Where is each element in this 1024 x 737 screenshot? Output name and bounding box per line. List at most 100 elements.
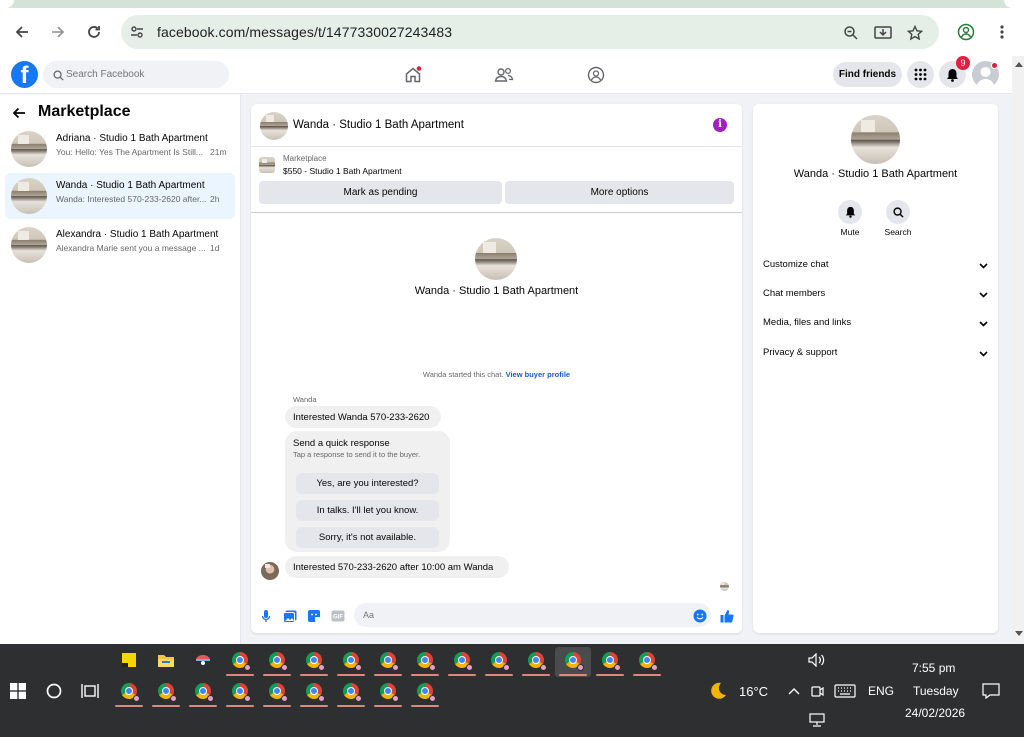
chrome-icon[interactable] [414, 649, 436, 671]
back-arrow-icon[interactable] [9, 19, 35, 45]
temperature[interactable]: 16°C [739, 684, 768, 699]
mark-as-pending-button[interactable]: Mark as pending [259, 181, 502, 204]
keyboard-icon[interactable] [834, 680, 856, 702]
search-label[interactable]: Search [873, 227, 923, 237]
running-indicator [189, 705, 217, 707]
address-bar[interactable]: facebook.com/messages/t/1477330027243483 [121, 15, 939, 49]
url-text[interactable]: facebook.com/messages/t/1477330027243483 [157, 24, 452, 40]
file-explorer-icon[interactable] [155, 649, 177, 671]
emoji-icon[interactable] [693, 609, 707, 623]
quick-response-button[interactable]: Yes, are you interested? [296, 473, 439, 494]
conversation-item[interactable]: Adriana · Studio 1 Bath Apartment You: H… [5, 126, 235, 172]
windows-start-icon[interactable] [7, 680, 29, 702]
site-settings-icon[interactable] [129, 24, 145, 45]
chrome-icon[interactable] [451, 649, 473, 671]
mute-label[interactable]: Mute [825, 227, 875, 237]
notification-count-badge: 9 [956, 56, 970, 70]
profile-icon[interactable] [953, 19, 979, 45]
notification-center-icon[interactable] [980, 680, 1002, 702]
search-circle-icon[interactable] [43, 680, 65, 702]
weather-moon-icon[interactable] [707, 680, 729, 702]
conversation-item[interactable]: Alexandra · Studio 1 Bath Apartment Alex… [5, 222, 235, 268]
gif-icon[interactable]: GIF [331, 609, 345, 623]
friends-icon[interactable] [494, 65, 514, 85]
kebab-menu-icon[interactable] [989, 19, 1015, 45]
sticky-notes-icon[interactable] [118, 649, 140, 671]
chrome-icon[interactable] [340, 649, 362, 671]
facebook-search[interactable] [43, 61, 229, 88]
conversation-name: Alexandra · Studio 1 Bath Apartment [56, 229, 219, 240]
section-privacy-support[interactable]: Privacy & support [763, 347, 988, 367]
chrome-icon[interactable] [303, 649, 325, 671]
chevron-up-icon[interactable] [783, 680, 805, 702]
info-icon[interactable]: i [713, 118, 727, 132]
facebook-logo-icon[interactable]: f [11, 61, 38, 88]
clock-day[interactable]: Tuesday [913, 684, 959, 698]
chrome-icon[interactable] [155, 680, 177, 702]
clock-time[interactable]: 7:55 pm [912, 661, 955, 675]
find-friends-button[interactable]: Find friends [833, 62, 902, 87]
message-bubble[interactable]: Interested 570-233-2620 after 10:00 am W… [285, 556, 509, 578]
conversation-item-active[interactable]: Wanda · Studio 1 Bath Apartment Wanda: I… [5, 173, 235, 219]
chrome-icon[interactable] [377, 680, 399, 702]
chrome-icon[interactable] [340, 680, 362, 702]
message-bubble[interactable]: Interested Wanda 570-233-2620 [285, 406, 441, 428]
search-icon[interactable] [886, 200, 910, 224]
chrome-icon[interactable] [377, 649, 399, 671]
bookmark-star-icon[interactable] [905, 23, 925, 43]
meet-now-icon[interactable] [806, 680, 828, 702]
section-chat-members[interactable]: Chat members [763, 288, 988, 308]
chrome-icon[interactable] [266, 649, 288, 671]
microphone-icon[interactable] [259, 609, 273, 623]
section-customize-chat[interactable]: Customize chat [763, 259, 988, 279]
chrome-icon[interactable] [229, 680, 251, 702]
running-indicator [337, 705, 365, 707]
scroll-up-arrow-icon[interactable] [1015, 62, 1023, 67]
groups-icon[interactable] [586, 65, 606, 85]
photo-icon[interactable] [283, 609, 297, 623]
chevron-down-icon [979, 349, 988, 360]
menu-grid-icon[interactable] [907, 61, 934, 88]
chrome-icon[interactable] [192, 680, 214, 702]
listing-thumbnail[interactable] [259, 157, 275, 173]
chrome-icon[interactable] [118, 680, 140, 702]
home-icon[interactable] [403, 65, 423, 85]
chrome-icon[interactable] [303, 680, 325, 702]
reload-icon[interactable] [81, 19, 107, 45]
clock-date[interactable]: 24/02/2026 [905, 706, 965, 720]
chrome-icon[interactable] [599, 649, 621, 671]
section-media-files-links[interactable]: Media, files and links [763, 317, 988, 337]
install-app-icon[interactable] [873, 23, 893, 43]
forward-arrow-icon[interactable] [45, 19, 71, 45]
chrome-icon[interactable] [229, 649, 251, 671]
chrome-icon[interactable] [636, 649, 658, 671]
chrome-icon[interactable] [525, 649, 547, 671]
chrome-icon[interactable] [266, 680, 288, 702]
search-input[interactable] [66, 61, 221, 88]
volume-icon[interactable] [806, 649, 828, 671]
contact-avatar[interactable] [475, 238, 517, 280]
view-buyer-profile-link[interactable]: View buyer profile [506, 370, 570, 379]
quick-response-button[interactable]: Sorry, it's not available. [296, 527, 439, 548]
sticker-icon[interactable] [307, 609, 321, 623]
language-indicator[interactable]: ENG [868, 684, 894, 698]
listing-price[interactable]: $550 - Studio 1 Bath Apartment [283, 166, 402, 176]
details-avatar[interactable] [851, 115, 900, 164]
app-icon[interactable] [192, 649, 214, 671]
mute-bell-icon[interactable] [838, 200, 862, 224]
more-options-button[interactable]: More options [505, 181, 734, 204]
network-icon[interactable] [806, 709, 828, 731]
chrome-icon[interactable] [488, 649, 510, 671]
chrome-icon[interactable] [414, 680, 436, 702]
message-input[interactable] [354, 603, 711, 627]
page-scrollbar[interactable] [1012, 56, 1024, 644]
chat-title[interactable]: Wanda · Studio 1 Bath Apartment [293, 119, 464, 131]
chrome-icon[interactable] [562, 649, 584, 671]
quick-response-button[interactable]: In talks. I'll let you know. [296, 500, 439, 521]
thumbs-up-icon[interactable] [720, 609, 734, 623]
task-view-icon[interactable] [79, 680, 101, 702]
scroll-down-arrow-icon[interactable] [1015, 631, 1023, 636]
zoom-icon[interactable] [841, 23, 861, 43]
back-arrow-icon[interactable] [12, 106, 26, 124]
chat-avatar[interactable] [260, 112, 288, 140]
